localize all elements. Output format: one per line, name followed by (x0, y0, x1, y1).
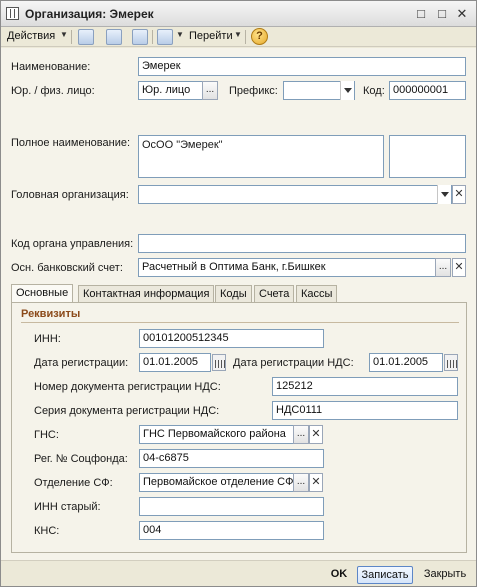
maximize-button[interactable]: □ (434, 6, 450, 22)
title-bar: Организация: Эмерек □ □ ✕ (1, 1, 476, 27)
section-divider (21, 322, 459, 323)
footer-bar: OK Записать Закрыть (1, 560, 476, 586)
goto-dropdown-icon: ▼ (234, 30, 242, 39)
toolbar-separator (245, 30, 246, 44)
tab-accounts[interactable]: Счета (254, 285, 295, 303)
head-org-label: Головная организация: (11, 189, 129, 201)
gns-label: ГНС: (34, 429, 59, 441)
code-input[interactable]: 000000001 (389, 81, 466, 100)
name-label: Наименование: (11, 61, 91, 73)
window-title: Организация: Эмерек (25, 7, 154, 21)
tab-contact-info[interactable]: Контактная информация (78, 285, 215, 303)
reg-date-calendar-icon[interactable] (212, 354, 226, 371)
reg-date-input[interactable]: 01.01.2005 (139, 353, 211, 372)
goto-menu[interactable]: Перейти (189, 30, 233, 42)
inn-label: ИНН: (34, 333, 61, 345)
sf-dept-select-button[interactable]: ... (293, 473, 309, 492)
sf-dept-input[interactable]: Первомайское отделение СФ (139, 473, 294, 492)
inn-input[interactable]: 00101200512345 (139, 329, 324, 348)
help-icon[interactable]: ? (251, 28, 268, 45)
reg-date-label: Дата регистрации: (34, 357, 129, 369)
gns-input[interactable]: ГНС Первомайского района (139, 425, 294, 444)
form-icon (6, 7, 19, 20)
socfund-label: Рег. № Соцфонда: (34, 453, 128, 465)
prefix-dropdown-icon[interactable] (340, 81, 354, 100)
save-button[interactable]: Записать (357, 566, 413, 584)
based-on-icon[interactable] (157, 29, 173, 45)
toolbar-separator (152, 30, 153, 44)
sf-dept-label: Отделение СФ: (34, 477, 113, 489)
socfund-input[interactable]: 04-с6875 (139, 449, 324, 468)
gns-clear-icon[interactable]: ✕ (309, 425, 323, 444)
bank-account-label: Осн. банковский счет: (11, 262, 123, 274)
close-window-button[interactable]: ✕ (454, 6, 470, 22)
ok-button[interactable]: OK (326, 566, 352, 584)
kns-input[interactable]: 004 (139, 521, 324, 540)
vat-doc-series-label: Серия документа регистрации НДС: (34, 405, 220, 417)
close-button[interactable]: Закрыть (420, 566, 470, 584)
vat-reg-date-input[interactable]: 01.01.2005 (369, 353, 443, 372)
toolbar: Действия ▼ ▼ Перейти ▼ (1, 27, 476, 47)
toolbar-separator (71, 30, 72, 44)
form-window: Организация: Эмерек □ □ ✕ Действия ▼ ▼ П… (0, 0, 477, 587)
legal-type-input[interactable]: Юр. лицо (138, 81, 204, 100)
vat-doc-series-input[interactable]: НДС0111 (272, 401, 458, 420)
legal-type-select-button[interactable]: ... (202, 81, 218, 100)
refresh-icon[interactable] (106, 29, 122, 45)
tab-panel-main: Реквизиты ИНН: 00101200512345 Дата регис… (11, 302, 467, 553)
form-content: Наименование: Эмерек Юр. / физ. лицо: Юр… (1, 48, 476, 560)
kns-label: КНС: (34, 525, 60, 537)
head-org-dropdown-icon[interactable] (437, 185, 451, 204)
prefix-label: Префикс: (229, 85, 278, 97)
bank-account-clear-icon[interactable]: ✕ (452, 258, 466, 277)
old-inn-label: ИНН старый: (34, 501, 101, 513)
tab-main[interactable]: Основные (11, 284, 74, 303)
tab-codes[interactable]: Коды (215, 285, 252, 303)
bank-account-select-button[interactable]: ... (435, 258, 451, 277)
gns-select-button[interactable]: ... (293, 425, 309, 444)
fullname-textarea[interactable]: ОсОО "Эмерек" (138, 135, 384, 178)
help-window-button[interactable]: □ (413, 6, 429, 22)
copy-icon[interactable] (132, 29, 148, 45)
code-label: Код: (363, 85, 385, 97)
vat-reg-date-calendar-icon[interactable] (444, 354, 458, 371)
vat-doc-number-input[interactable]: 125212 (272, 377, 458, 396)
fullname-label: Полное наименование: (11, 137, 131, 149)
actions-menu[interactable]: Действия (7, 30, 55, 42)
fullname-side-field[interactable] (389, 135, 466, 178)
actions-dropdown-icon: ▼ (60, 30, 68, 39)
based-on-dropdown-icon: ▼ (176, 30, 184, 39)
tab-cash[interactable]: Кассы (296, 285, 338, 303)
legal-type-label: Юр. / физ. лицо: (11, 85, 95, 97)
gov-code-label: Код органа управления: (11, 238, 134, 250)
gov-code-input[interactable] (138, 234, 466, 253)
sf-dept-clear-icon[interactable]: ✕ (309, 473, 323, 492)
bank-account-input[interactable]: Расчетный в Оптима Банк, г.Бишкек (138, 258, 436, 277)
name-input[interactable]: Эмерек (138, 57, 466, 76)
head-org-clear-icon[interactable]: ✕ (452, 185, 466, 204)
post-document-icon[interactable] (78, 29, 94, 45)
vat-reg-date-label: Дата регистрации НДС: (233, 357, 354, 369)
details-section-title: Реквизиты (21, 308, 81, 320)
old-inn-input[interactable] (139, 497, 324, 516)
vat-doc-number-label: Номер документа регистрации НДС: (34, 381, 221, 393)
head-org-input[interactable] (138, 185, 452, 204)
